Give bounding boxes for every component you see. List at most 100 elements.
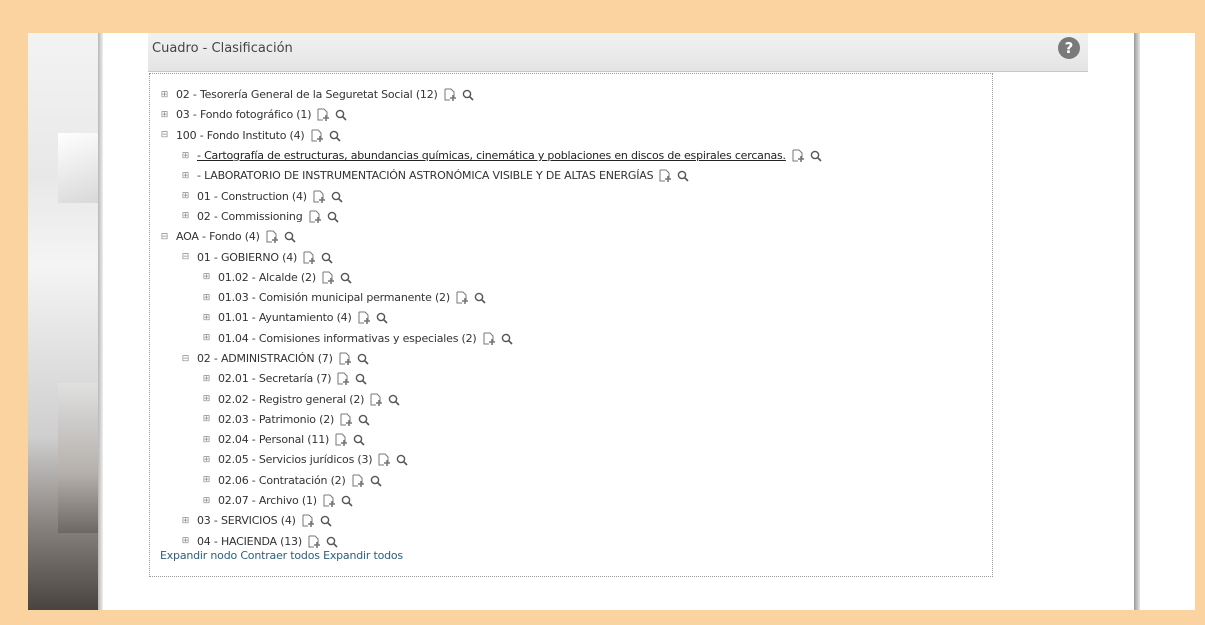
plus-box-icon[interactable]: ⊞ xyxy=(181,537,190,546)
plus-box-icon[interactable]: ⊞ xyxy=(181,171,190,181)
search-icon[interactable] xyxy=(462,89,474,101)
add-document-icon[interactable] xyxy=(443,88,457,102)
plus-box-icon[interactable]: ⊞ xyxy=(202,496,211,506)
add-document-icon[interactable] xyxy=(791,149,805,163)
minus-box-icon[interactable]: ⊟ xyxy=(181,354,190,364)
search-icon[interactable] xyxy=(340,272,352,284)
search-icon[interactable] xyxy=(355,373,367,385)
add-document-icon[interactable] xyxy=(658,169,672,183)
search-icon[interactable] xyxy=(321,252,333,264)
tree-node: ⊞ 01.01 - Ayuntamiento (4) xyxy=(160,308,822,328)
tree-node-label[interactable]: 03 - SERVICIOS (4) xyxy=(197,511,296,531)
plus-box-icon[interactable]: ⊞ xyxy=(202,293,211,303)
search-icon[interactable] xyxy=(284,231,296,243)
search-icon[interactable] xyxy=(388,394,400,406)
search-icon[interactable] xyxy=(320,515,332,527)
add-document-icon[interactable] xyxy=(369,393,383,407)
add-document-icon[interactable] xyxy=(338,352,352,366)
add-document-icon[interactable] xyxy=(339,413,353,427)
plus-box-icon[interactable]: ⊞ xyxy=(181,212,190,221)
plus-box-icon[interactable]: ⊞ xyxy=(202,334,211,343)
tree-node-label[interactable]: - Cartografía de estructuras, abundancia… xyxy=(197,146,786,166)
add-document-icon[interactable] xyxy=(316,108,330,122)
add-document-icon[interactable] xyxy=(455,291,469,305)
tree-node-label[interactable]: 01.02 - Alcalde (2) xyxy=(218,268,316,288)
expand-node-link[interactable]: Expandir nodo xyxy=(160,549,237,562)
search-icon[interactable] xyxy=(810,150,822,162)
tree-node: ⊞ 02.01 - Secretaría (7) xyxy=(160,369,822,389)
background-photo xyxy=(28,33,98,610)
tree-node-label[interactable]: 01.04 - Comisiones informativas y especi… xyxy=(218,329,477,349)
add-document-icon[interactable] xyxy=(310,129,324,143)
search-icon[interactable] xyxy=(357,353,369,365)
plus-box-icon[interactable]: ⊞ xyxy=(202,435,211,445)
tree-node-label[interactable]: 01 - Construction (4) xyxy=(197,187,307,207)
tree-node-label[interactable]: 02.04 - Personal (11) xyxy=(218,430,329,450)
plus-box-icon[interactable]: ⊞ xyxy=(202,415,211,424)
add-document-icon[interactable] xyxy=(321,271,335,285)
add-document-icon[interactable] xyxy=(301,514,315,528)
search-icon[interactable] xyxy=(329,130,341,142)
add-document-icon[interactable] xyxy=(351,474,365,488)
add-document-icon[interactable] xyxy=(308,210,322,224)
tree-node-label[interactable]: 02 - ADMINISTRACIÓN (7) xyxy=(197,349,333,369)
add-document-icon[interactable] xyxy=(377,453,391,467)
add-document-icon[interactable] xyxy=(357,311,371,325)
minus-box-icon[interactable]: ⊟ xyxy=(181,253,190,262)
search-icon[interactable] xyxy=(331,191,343,203)
add-document-icon[interactable] xyxy=(312,190,326,204)
add-document-icon[interactable] xyxy=(482,332,496,346)
tree-node-label[interactable]: 02.05 - Servicios jurídicos (3) xyxy=(218,450,373,470)
plus-box-icon[interactable]: ⊞ xyxy=(202,313,211,323)
plus-box-icon[interactable]: ⊞ xyxy=(181,151,190,161)
plus-box-icon[interactable]: ⊞ xyxy=(202,455,211,465)
plus-box-icon[interactable]: ⊞ xyxy=(160,90,169,100)
tree-node-label[interactable]: 100 - Fondo Instituto (4) xyxy=(176,126,305,146)
plus-box-icon[interactable]: ⊞ xyxy=(181,192,190,201)
add-document-icon[interactable] xyxy=(322,494,336,508)
search-icon[interactable] xyxy=(370,475,382,487)
search-icon[interactable] xyxy=(501,333,513,345)
tree-node-label[interactable]: 01.01 - Ayuntamiento (4) xyxy=(218,308,352,328)
tree-node-label[interactable]: 01.03 - Comisión municipal permanente (2… xyxy=(218,288,450,308)
search-icon[interactable] xyxy=(677,170,689,182)
plus-box-icon[interactable]: ⊞ xyxy=(202,395,211,404)
plus-box-icon[interactable]: ⊞ xyxy=(160,110,169,120)
search-icon[interactable] xyxy=(396,454,408,467)
collapse-all-link[interactable]: Contraer todos xyxy=(240,549,320,562)
tree-node-label[interactable]: 02.07 - Archivo (1) xyxy=(218,491,317,511)
tree-node-label[interactable]: 02.03 - Patrimonio (2) xyxy=(218,410,334,430)
add-document-icon[interactable] xyxy=(265,230,279,244)
tree-node-label[interactable]: 02.01 - Secretaría (7) xyxy=(218,369,332,389)
minus-box-icon[interactable]: ⊟ xyxy=(160,131,169,140)
search-icon[interactable] xyxy=(341,495,353,507)
tree-node-label[interactable]: 02 - Commissioning xyxy=(197,207,303,227)
add-document-icon[interactable] xyxy=(302,251,316,265)
tree-node-label[interactable]: AOA - Fondo (4) xyxy=(176,227,260,247)
search-icon[interactable] xyxy=(326,536,338,548)
tree-node-label[interactable]: 02 - Tesorería General de la Seguretat S… xyxy=(176,85,438,105)
minus-box-icon[interactable]: ⊟ xyxy=(160,232,169,242)
search-icon[interactable] xyxy=(335,109,347,122)
search-icon[interactable] xyxy=(358,414,370,426)
tree-node-label[interactable]: 01 - GOBIERNO (4) xyxy=(197,248,297,268)
expand-all-link[interactable]: Expandir todos xyxy=(323,549,403,562)
tree-node-label[interactable]: - LABORATORIO DE INSTRUMENTACIÓN ASTRONÓ… xyxy=(197,166,654,186)
help-button[interactable]: ? xyxy=(1058,37,1080,59)
add-document-icon[interactable] xyxy=(334,433,348,447)
add-document-icon[interactable] xyxy=(336,372,350,386)
tree-node-label[interactable]: 03 - Fondo fotográfico (1) xyxy=(176,105,311,125)
add-document-icon[interactable] xyxy=(307,535,321,549)
search-icon[interactable] xyxy=(353,434,365,446)
tree-node: ⊞ 01 - Construction (4) xyxy=(160,186,822,206)
plus-box-icon[interactable]: ⊞ xyxy=(181,516,190,526)
tree-node: ⊟ 01 - GOBIERNO (4) xyxy=(160,247,822,267)
plus-box-icon[interactable]: ⊞ xyxy=(202,476,211,485)
search-icon[interactable] xyxy=(474,292,486,304)
tree-node-label[interactable]: 02.02 - Registro general (2) xyxy=(218,390,364,410)
search-icon[interactable] xyxy=(327,211,339,223)
search-icon[interactable] xyxy=(376,312,388,324)
plus-box-icon[interactable]: ⊞ xyxy=(202,273,211,282)
tree-node-label[interactable]: 02.06 - Contratación (2) xyxy=(218,471,346,491)
plus-box-icon[interactable]: ⊞ xyxy=(202,374,211,384)
